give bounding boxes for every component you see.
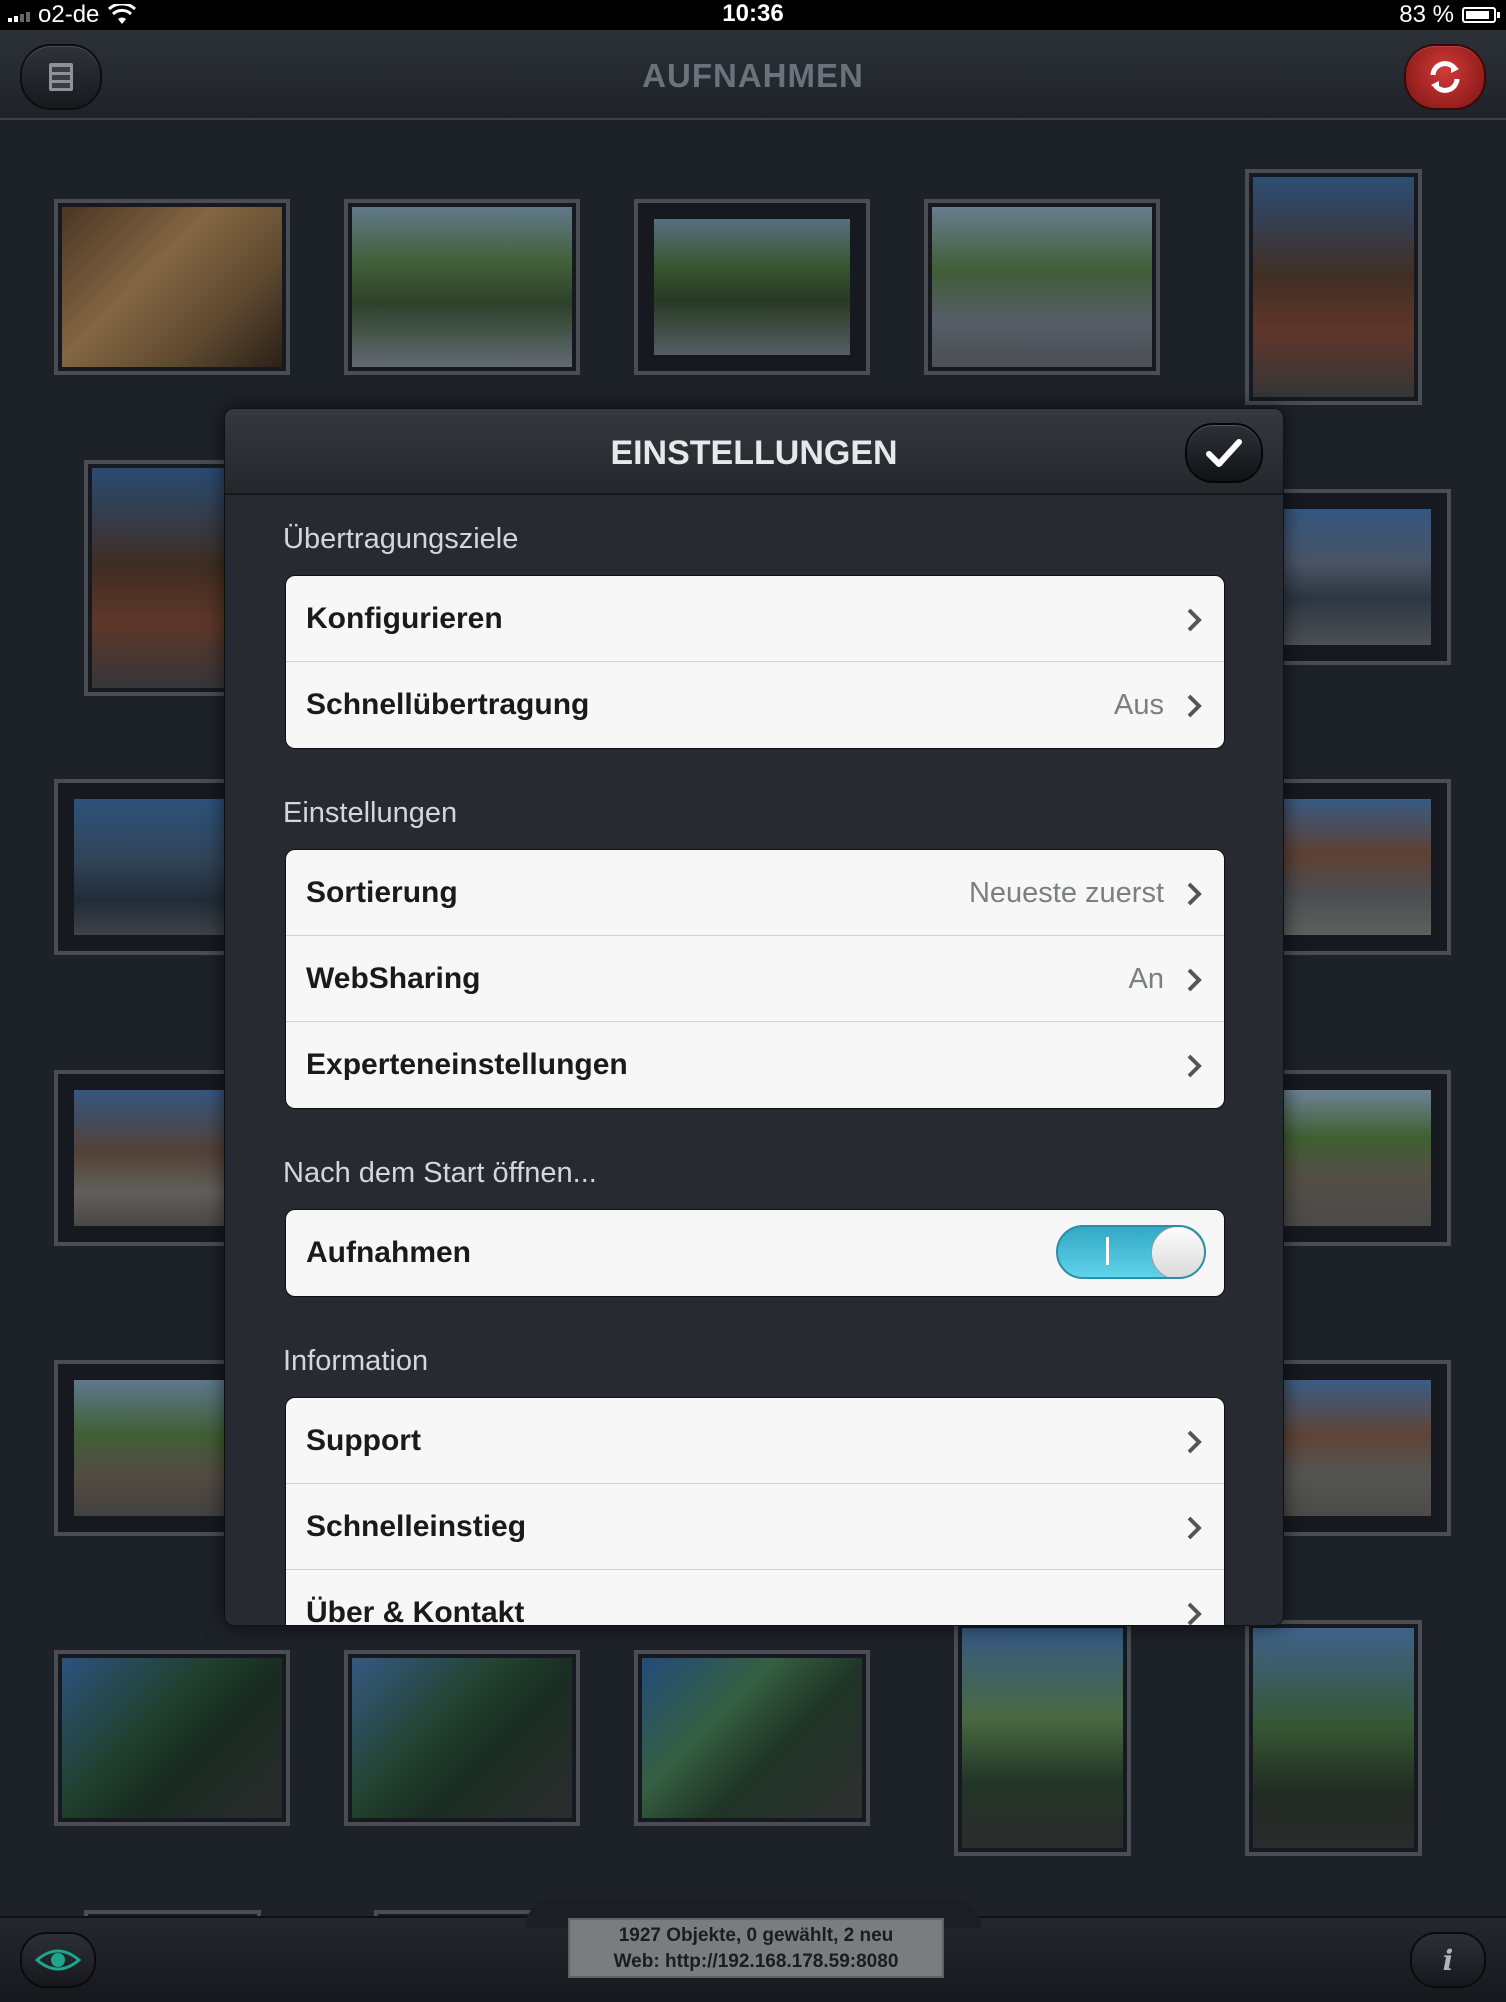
modal-header: EINSTELLUNGEN	[225, 409, 1283, 495]
checkmark-icon	[1206, 439, 1242, 467]
row-label: Schnellübertragung	[306, 688, 590, 721]
row-value: An	[1128, 963, 1164, 995]
info-icon: i	[1442, 1943, 1454, 1977]
row-configure[interactable]: Konfigurieren	[286, 576, 1224, 662]
sync-icon	[1430, 61, 1460, 93]
row-label: Über & Kontakt	[306, 1596, 525, 1626]
row-support[interactable]: Support	[286, 1398, 1224, 1484]
group-transfer-targets: Konfigurieren Schnellübertragung Aus	[285, 575, 1225, 749]
row-label: Sortierung	[306, 876, 458, 909]
aufnahmen-toggle[interactable]	[1056, 1225, 1206, 1279]
web-address-text: Web: http://192.168.178.59:8080	[613, 1951, 899, 1972]
row-value: Neueste zuerst	[968, 877, 1164, 909]
modal-title: EINSTELLUNGEN	[610, 434, 898, 472]
chevron-right-icon	[1187, 608, 1202, 632]
info-button[interactable]: i	[1410, 1932, 1486, 1988]
sync-button[interactable]	[1404, 44, 1486, 110]
chevron-right-icon	[1187, 1054, 1202, 1078]
chevron-right-icon	[1187, 1602, 1202, 1625]
page-title: AUFNAHMEN	[642, 57, 864, 94]
row-label: Support	[306, 1424, 421, 1457]
group-settings: Sortierung Neueste zuerst WebSharing An …	[285, 849, 1225, 1109]
eye-icon	[35, 1949, 81, 1971]
chevron-right-icon	[1187, 968, 1202, 992]
row-aufnahmen: Aufnahmen	[286, 1210, 1224, 1296]
row-label: WebSharing	[306, 962, 481, 995]
section-label-open-after-start: Nach dem Start öffnen...	[283, 1157, 597, 1189]
row-expert-settings[interactable]: Experteneinstellungen	[286, 1022, 1224, 1108]
row-quick-start[interactable]: Schnelleinstieg	[286, 1484, 1224, 1570]
toggle-on-indicator	[1106, 1237, 1109, 1265]
row-websharing[interactable]: WebSharing An	[286, 936, 1224, 1022]
section-label-settings: Einstellungen	[283, 797, 458, 829]
battery-icon	[1462, 7, 1500, 23]
group-information: Support Schnelleinstieg Über & Kontakt	[285, 1397, 1225, 1626]
preview-button[interactable]	[20, 1932, 96, 1988]
battery-percent: 83 %	[1399, 1, 1454, 28]
chevron-right-icon	[1187, 1430, 1202, 1454]
status-info-box: 1927 Objekte, 0 gewählt, 2 neu Web: http…	[568, 1918, 944, 1978]
status-bar: o2-de 10:36 83 %	[0, 0, 1506, 30]
row-label: Konfigurieren	[306, 602, 503, 635]
row-quick-transfer[interactable]: Schnellübertragung Aus	[286, 662, 1224, 748]
row-label: Aufnahmen	[306, 1236, 471, 1269]
section-label-information: Information	[283, 1345, 429, 1377]
row-about-contact[interactable]: Über & Kontakt	[286, 1570, 1224, 1626]
toggle-knob	[1151, 1227, 1204, 1277]
objects-count-text: 1927 Objekte, 0 gewählt, 2 neu	[618, 1925, 894, 1946]
clock: 10:36	[722, 0, 784, 27]
settings-modal: EINSTELLUNGEN Übertragungsziele Konfigur…	[224, 408, 1284, 1626]
done-button[interactable]	[1185, 423, 1263, 483]
row-value: Aus	[1114, 689, 1164, 721]
row-label: Schnelleinstieg	[306, 1510, 527, 1543]
section-label-transfer-targets: Übertragungsziele	[283, 523, 519, 555]
chevron-right-icon	[1187, 1516, 1202, 1540]
nav-bar: AUFNAHMEN	[0, 30, 1506, 120]
row-sorting[interactable]: Sortierung Neueste zuerst	[286, 850, 1224, 936]
chevron-right-icon	[1187, 882, 1202, 906]
row-label: Experteneinstellungen	[306, 1048, 628, 1081]
chevron-right-icon	[1187, 694, 1202, 718]
group-open-after-start: Aufnahmen	[285, 1209, 1225, 1297]
